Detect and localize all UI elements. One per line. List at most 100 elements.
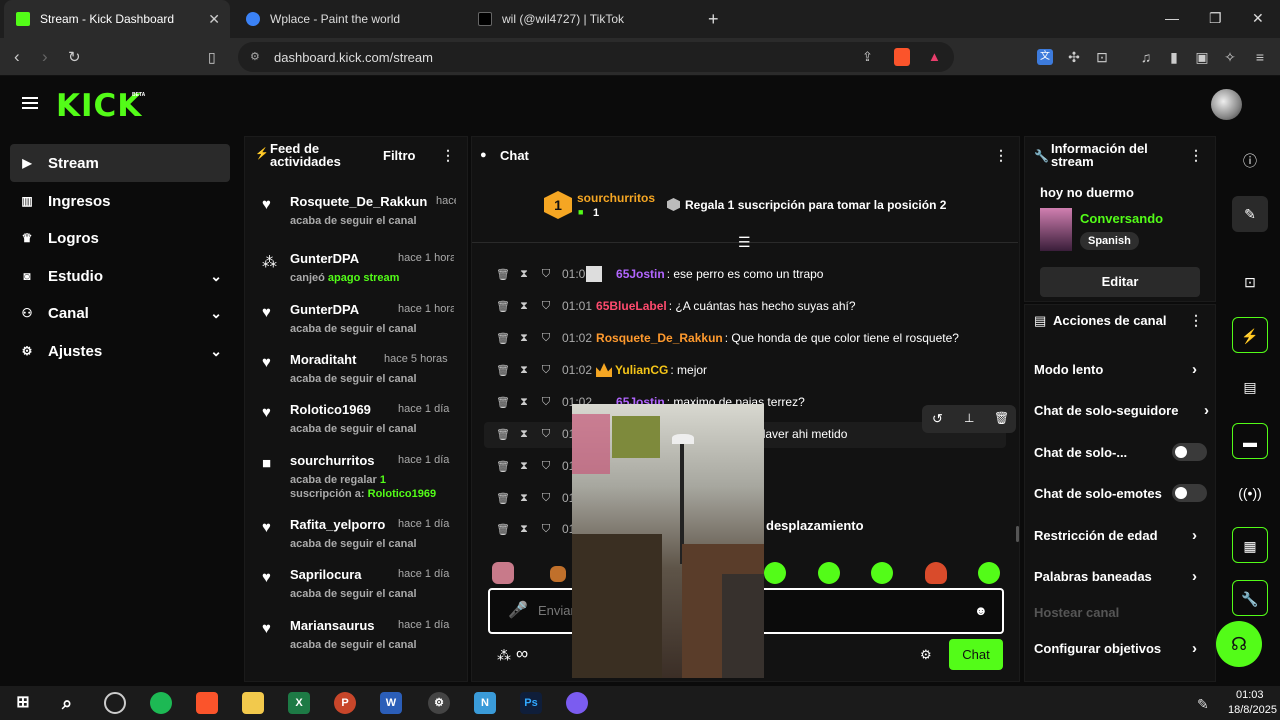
maximize-icon[interactable]: ❐ [1209,10,1222,27]
message-user[interactable]: 65Jostin [616,267,665,281]
sidebar-item-canal[interactable]: ⚇ Canal ⌄ [10,294,230,332]
tab-tiktok[interactable]: wil (@wil4727) | TikTok [466,0,692,38]
word-icon[interactable]: W [380,692,402,714]
hamburger-menu-icon[interactable] [22,97,38,109]
hourglass-icon[interactable]: ⧗ [518,460,530,473]
trash-icon[interactable]: 🗑 [496,332,510,345]
search-icon[interactable]: ⌕ [56,692,78,714]
feed-filter-button[interactable]: Filtro [383,148,416,163]
trash-icon[interactable]: 🗑 [496,396,510,409]
feed-username[interactable]: sourchurritos [290,453,375,468]
sidebar-item-ingresos[interactable]: ▥ Ingresos [10,182,230,220]
feed-username[interactable]: Moraditaht [290,352,356,367]
back-icon[interactable]: ‹ [14,47,20,67]
shield-icon[interactable]: ⛉ [540,268,552,281]
brave-rewards-icon[interactable]: ▲ [928,49,941,64]
hourglass-icon[interactable]: ⧗ [518,364,530,377]
scroll-toast[interactable]: desplazamiento [766,518,864,533]
kick-logo[interactable]: KICK [56,88,142,124]
send-chat-button[interactable]: Chat [949,639,1003,670]
sidebar-item-ajustes[interactable]: ⚙ Ajustes ⌄ [10,332,230,370]
pin-icon[interactable]: ⊥ [964,411,974,425]
brave-icon[interactable] [196,692,218,714]
windows-start-icon[interactable]: ⊞ [12,692,34,714]
wrench-panel-icon[interactable]: 🔧 [1232,580,1268,616]
undo-icon[interactable]: ↺ [932,411,943,427]
shield-icon[interactable]: ⛉ [540,300,552,313]
microphone-icon[interactable]: 🎤 [508,600,528,620]
site-info-icon[interactable]: ⚙ [250,50,260,63]
shield-icon[interactable]: ⛉ [540,492,552,505]
close-window-icon[interactable]: ✕ [1252,10,1264,27]
close-tab-icon[interactable]: ✕ [208,11,220,28]
emote-icon[interactable] [978,562,1000,584]
action-age-restriction[interactable]: Restricción de edad › [1034,527,1197,544]
trash-icon[interactable]: 🗑 [496,364,510,377]
gift-cta[interactable]: Regala 1 suscripción para tomar la posic… [685,198,946,212]
forward-icon[interactable]: › [42,47,48,67]
subscribers-only-toggle[interactable] [1172,443,1207,461]
emote-icon[interactable] [764,562,786,584]
trash-icon[interactable]: 🗑 [496,300,510,313]
chat-message[interactable]: 🗑 ⧗ ⛉ 01:02 YulianCG : mejor [496,359,707,381]
sidebar-item-logros[interactable]: ♛ Logros [10,219,230,257]
spotify-icon[interactable] [150,692,172,714]
feed-username[interactable]: GunterDPA [290,302,359,317]
feed-more-icon[interactable]: ⋮ [441,147,455,164]
pencil-icon[interactable]: ✎ [1232,196,1268,232]
channel-points-icon[interactable]: ⁂ [497,647,511,664]
media-icon[interactable]: ♫ [1138,49,1154,65]
emote-icon[interactable] [818,562,840,584]
bookmark-icon[interactable]: ▯ [208,49,216,66]
hourglass-icon[interactable]: ⧗ [518,300,530,313]
trash-icon[interactable]: 🗑 [496,460,510,473]
sidebar-item-stream[interactable]: ▶ Stream [10,144,230,182]
feed-username[interactable]: Saprilocura [290,567,362,582]
chat-message[interactable]: 🗑 ⧗ ⛉ 01:01 65Jostin : ese perro es como u… [496,263,823,285]
excel-icon[interactable]: X [288,692,310,714]
powerpoint-icon[interactable]: P [334,692,356,714]
feed-username[interactable]: Rosquete_De_Rakkun [290,194,427,209]
shield-icon[interactable]: ⛉ [540,460,552,473]
hourglass-icon[interactable]: ⧗ [518,396,530,409]
chat-message[interactable]: 🗑 ⧗ ⛉ 01: [496,487,583,509]
hourglass-icon[interactable]: ⧗ [518,492,530,505]
sidebar-item-estudio[interactable]: ◙ Estudio ⌄ [10,257,230,295]
url-field[interactable]: ⚙ dashboard.kick.com/stream ⇪ ▲ [238,42,954,72]
action-banned-words[interactable]: Palabras baneadas › [1034,568,1197,585]
extensions-icon[interactable]: ✣ [1066,49,1082,65]
file-explorer-icon[interactable] [242,692,264,714]
tab-kick-dashboard[interactable]: Stream - Kick Dashboard ✕ [4,0,230,38]
chat-settings-icon[interactable]: ⚙ [920,647,932,663]
chat-message[interactable]: 🗑 ⧗ ⛉ 01: [496,518,583,540]
support-headset-icon[interactable]: ☊ [1216,621,1262,667]
emotes-only-toggle[interactable] [1172,484,1207,502]
user-avatar[interactable] [1211,89,1242,120]
channel-actions-more-icon[interactable]: ⋮ [1189,312,1203,329]
wallet-icon[interactable]: ▣ [1194,49,1210,65]
emote-icon[interactable] [871,562,893,584]
reload-icon[interactable]: ↻ [68,48,81,66]
tab-wplace[interactable]: Wplace - Paint the world [234,0,460,38]
shield-icon[interactable]: ⛉ [540,428,552,441]
info-icon[interactable]: ⓘ [1232,143,1268,179]
stream-info-more-icon[interactable]: ⋮ [1189,147,1203,164]
action-configure-goals[interactable]: Configurar objetivos › [1034,640,1197,657]
emote-icon[interactable] [925,562,947,584]
sort-icon[interactable]: ☰ [738,234,751,251]
trash-icon[interactable]: 🗑 [994,411,1009,425]
category-name[interactable]: Conversando [1080,211,1163,226]
feed-username[interactable]: Mariansaurus [290,618,375,633]
settings-app-icon[interactable]: ⚙ [428,692,450,714]
trash-icon[interactable]: 🗑 [496,268,510,281]
hourglass-icon[interactable]: ⧗ [518,268,530,281]
action-followers-only[interactable]: Chat de solo-seguidore › [1034,402,1209,419]
shield-icon[interactable]: ⛉ [540,523,552,536]
leo-icon[interactable]: ✧ [1222,49,1238,65]
trash-icon[interactable]: 🗑 [496,428,510,441]
shield-icon[interactable]: ⛉ [540,396,552,409]
trash-icon[interactable]: 🗑 [496,523,510,536]
app-icon[interactable] [104,692,126,714]
sidebar-toggle-icon[interactable]: ▮ [1166,49,1182,65]
layout-icon[interactable]: ▦ [1232,527,1268,563]
